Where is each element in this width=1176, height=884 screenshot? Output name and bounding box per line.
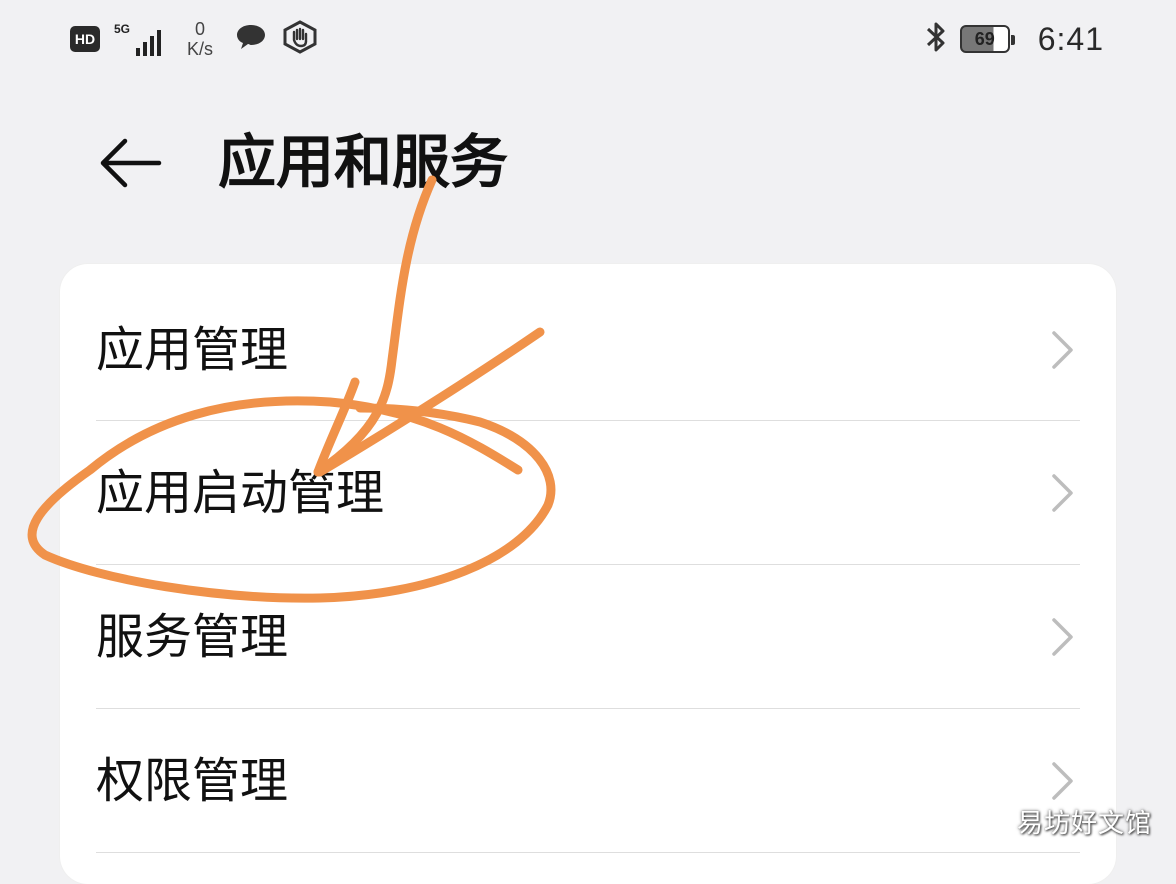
app-header: 应用和服务 [0, 108, 1176, 218]
menu-item-app-launch-management[interactable]: 应用启动管理 [96, 421, 1080, 565]
settings-card: 应用管理 应用启动管理 服务管理 权限管理 [60, 264, 1116, 884]
menu-item-service-management[interactable]: 服务管理 [96, 565, 1080, 709]
menu-item-app-management[interactable]: 应用管理 [96, 278, 1080, 422]
signal-icon: 5G [114, 22, 166, 56]
menu-item-permission-management[interactable]: 权限管理 [96, 709, 1080, 853]
chevron-right-icon [1050, 472, 1076, 514]
hand-shield-icon [282, 20, 318, 58]
menu-item-label: 应用管理 [96, 322, 289, 378]
bluetooth-icon [924, 19, 948, 59]
network-speed-value: 0 [194, 19, 205, 39]
arrow-left-icon [97, 137, 163, 193]
battery-icon: 69 [959, 25, 1015, 53]
status-bar-right: 69 6:41 [924, 16, 1104, 62]
page-title: 应用和服务 [218, 128, 509, 196]
network-speed-unit: K/s [186, 39, 213, 59]
status-time: 6:41 [1037, 20, 1104, 57]
signal-bars [136, 30, 161, 56]
status-bar-left: HD 5G 0 K/s [70, 14, 318, 64]
network-type-label: 5G [114, 22, 131, 36]
hd-icon: HD [70, 26, 100, 52]
status-bar: HD 5G 0 K/s 69 6:41 [0, 0, 1176, 80]
chat-icon [234, 22, 268, 56]
chevron-right-icon [1050, 329, 1076, 371]
menu-item-label: 服务管理 [96, 609, 289, 665]
watermark: 易坊好文馆 [1016, 809, 1152, 839]
chevron-right-icon [1050, 760, 1076, 802]
divider [96, 852, 1080, 853]
chevron-right-icon [1050, 616, 1076, 658]
menu-item-label: 应用启动管理 [96, 465, 385, 521]
menu-item-label: 权限管理 [96, 753, 289, 809]
back-button[interactable] [92, 130, 168, 200]
network-speed: 0 K/s [180, 19, 220, 59]
